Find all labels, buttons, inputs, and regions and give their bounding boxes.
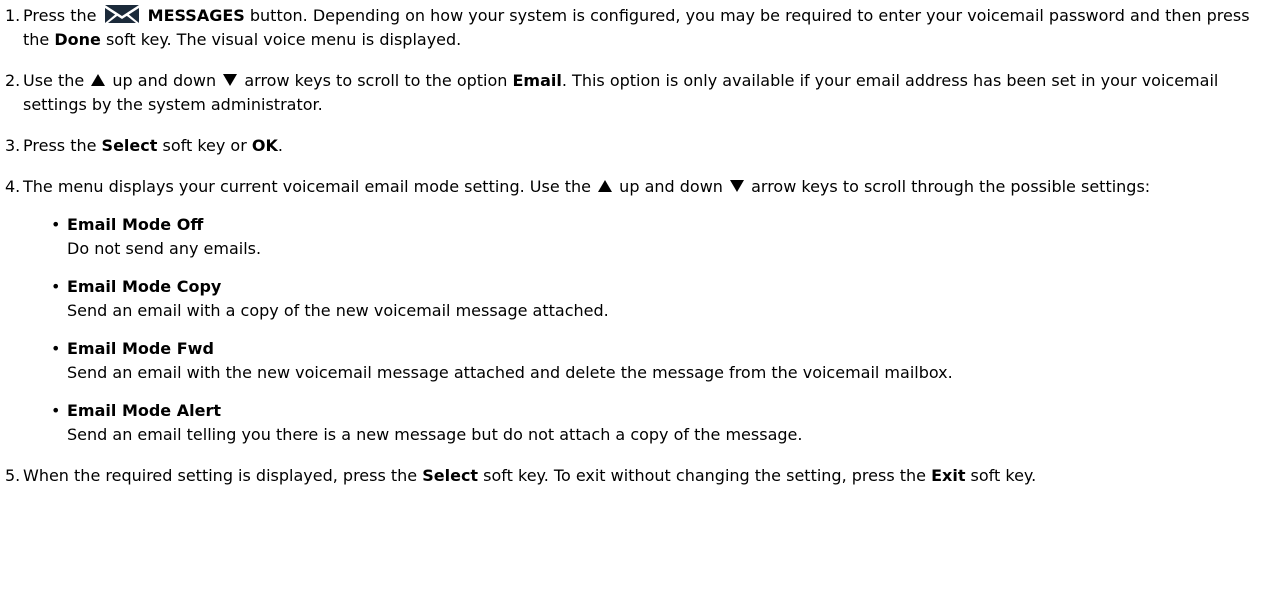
envelope-messages-icon xyxy=(104,4,140,24)
step-5: 5. When the required setting is displaye… xyxy=(5,464,1265,488)
step-number: 3. xyxy=(5,136,21,155)
list-item: • Email Mode Copy Send an email with a c… xyxy=(51,275,1265,323)
email-option-label: Email xyxy=(512,71,562,90)
mode-title: Email Mode Fwd xyxy=(67,339,214,358)
step-text-part: soft key. To exit without changing the s… xyxy=(478,466,932,485)
step-text-part: When the required setting is displayed, … xyxy=(23,466,423,485)
bullet: • xyxy=(51,401,61,420)
list-item: • Email Mode Alert Send an email telling… xyxy=(51,399,1265,447)
up-arrow-icon xyxy=(91,74,106,86)
step-text: Press the Select soft key or OK. xyxy=(23,134,1265,158)
step-text-part: soft key. xyxy=(965,466,1037,485)
mode-description: Send an email telling you there is a new… xyxy=(67,425,803,444)
done-key-label: Done xyxy=(54,30,101,49)
step-number: 4. xyxy=(5,177,21,196)
step-1: 1. Press the MESSAGES button. Depending … xyxy=(5,4,1265,52)
step-text-part: soft key. The visual voice menu is displ… xyxy=(100,30,462,49)
select-key-label: Select xyxy=(422,466,479,485)
step-text-part: arrow keys to scroll to the option xyxy=(239,71,513,90)
bullet: • xyxy=(51,277,61,296)
step-text-part: arrow keys to scroll through the possibl… xyxy=(746,177,1151,196)
mode-description: Do not send any emails. xyxy=(67,239,262,258)
step-text: The menu displays your current voicemail… xyxy=(23,175,1265,199)
step-3: 3. Press the Select soft key or OK. xyxy=(5,134,1265,158)
bullet: • xyxy=(51,339,61,358)
step-text: When the required setting is displayed, … xyxy=(23,464,1265,488)
ok-key-label: OK xyxy=(251,136,278,155)
select-key-label: Select xyxy=(101,136,158,155)
step-text: Use the up and down arrow keys to scroll… xyxy=(23,69,1265,117)
list-item: • Email Mode Fwd Send an email with the … xyxy=(51,337,1265,385)
mode-description: Send an email with the new voicemail mes… xyxy=(67,363,953,382)
step-number: 5. xyxy=(5,466,21,485)
step-text: Press the MESSAGES button. Depending on … xyxy=(23,4,1265,52)
step-text-part: up and down xyxy=(614,177,729,196)
step-text-part: The menu displays your current voicemail… xyxy=(23,177,597,196)
mode-description: Send an email with a copy of the new voi… xyxy=(67,301,609,320)
step-text-part: Press the xyxy=(23,136,102,155)
bullet: • xyxy=(51,215,61,234)
list-item: • Email Mode Off Do not send any emails. xyxy=(51,213,1265,261)
messages-button-label: MESSAGES xyxy=(147,6,245,25)
mode-title: Email Mode Alert xyxy=(67,401,221,420)
down-arrow-icon xyxy=(223,74,238,86)
step-text-part: up and down xyxy=(107,71,222,90)
step-text-part: . xyxy=(277,136,283,155)
up-arrow-icon xyxy=(598,180,613,192)
mode-title: Email Mode Copy xyxy=(67,277,222,296)
mode-title: Email Mode Off xyxy=(67,215,204,234)
instructions-document: 1. Press the MESSAGES button. Depending … xyxy=(0,0,1265,488)
step-4: 4. The menu displays your current voicem… xyxy=(5,175,1265,447)
email-mode-list: • Email Mode Off Do not send any emails.… xyxy=(23,213,1265,447)
exit-key-label: Exit xyxy=(931,466,966,485)
step-number: 1. xyxy=(5,6,21,25)
down-arrow-icon xyxy=(730,180,745,192)
step-text-part: Use the xyxy=(23,71,90,90)
step-2: 2. Use the up and down arrow keys to scr… xyxy=(5,69,1265,117)
steps-list: 1. Press the MESSAGES button. Depending … xyxy=(5,4,1265,488)
step-number: 2. xyxy=(5,71,21,90)
step-text-part: soft key or xyxy=(157,136,252,155)
step-text-part: Press the xyxy=(23,6,97,25)
